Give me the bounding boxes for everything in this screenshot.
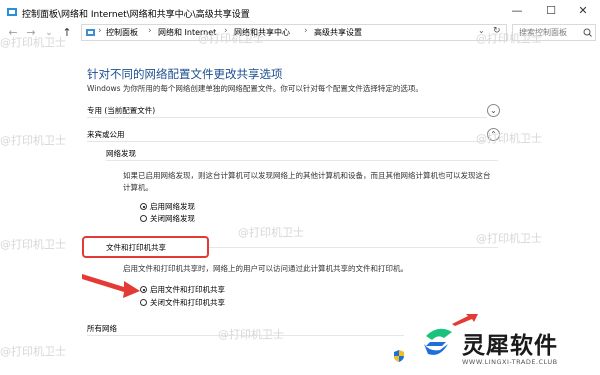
file-sharing-off-option[interactable]: 关闭文件和打印机共享 [140, 297, 225, 308]
divider [209, 247, 498, 248]
search-icon [583, 28, 592, 37]
breadcrumb-item[interactable]: 控制面板 [106, 27, 138, 38]
network-app-icon [7, 8, 17, 16]
profile-all-networks-label[interactable]: 所有网络 [87, 323, 117, 334]
brand-overlay: 灵犀软件 WWW.LINGXI-TRADE.CLUB [404, 314, 600, 375]
page-title: 针对不同的网络配置文件更改共享选项 [87, 67, 283, 81]
page-description: Windows 为你所用的每个网络创建单独的网络配置文件。你可以针对每个配置文件… [87, 84, 423, 93]
red-arrow-icon [82, 274, 140, 298]
breadcrumb-item[interactable]: 高级共享设置 [314, 27, 362, 38]
watermark-text: @打印机卫士 [238, 226, 304, 239]
watermark-text: @打印机卫士 [476, 232, 542, 245]
red-arrow-icon [452, 314, 478, 326]
network-discovery-heading: 网络发现 [106, 149, 136, 158]
breadcrumb-separator-icon: › [148, 26, 152, 36]
address-bar[interactable]: › 控制面板 › 网络和 Internet › 网络和共享中心 › 高级共享设置… [81, 24, 507, 41]
option-label: 关闭文件和打印机共享 [150, 298, 225, 307]
brand-name: 灵犀软件 [462, 333, 558, 359]
divider [106, 160, 498, 161]
radio-selected-icon[interactable] [140, 203, 147, 210]
breadcrumb-separator-icon: › [304, 26, 308, 36]
breadcrumb-separator-icon: › [98, 26, 102, 36]
file-sharing-on-option[interactable]: 启用文件和打印机共享 [140, 284, 225, 295]
watermark-text: @打印机卫士 [218, 328, 284, 341]
close-button[interactable]: ✕ [566, 0, 600, 22]
profile-guest-label[interactable]: 来宾或公用 [87, 129, 125, 140]
option-label: 启用文件和打印机共享 [150, 285, 225, 294]
brand-logo-icon [424, 328, 452, 355]
watermark-text: @打印机卫士 [476, 32, 542, 45]
highlight-box [82, 236, 209, 258]
window-title: 控制面板\网络和 Internet\网络和共享中心\高级共享设置 [22, 10, 250, 20]
file-sharing-text: 启用文件和打印机共享时，网络上的用户可以访问通过此计算机共享的文件和打印机。 [123, 264, 408, 273]
minimize-button[interactable]: — [500, 0, 534, 22]
network-discovery-on-option[interactable]: 启用网络发现 [140, 201, 195, 212]
network-discovery-off-option[interactable]: 关闭网络发现 [140, 213, 195, 224]
expand-chevron-icon[interactable]: ⌄ [487, 104, 500, 117]
watermark-text: @打印机卫士 [0, 134, 66, 147]
option-label: 启用网络发现 [150, 202, 195, 211]
watermark-text: @打印机卫士 [0, 36, 66, 49]
watermark-text: @打印机卫士 [198, 32, 264, 45]
option-label: 关闭网络发现 [150, 214, 195, 223]
watermark-text: @打印机卫士 [0, 345, 66, 358]
brand-url: WWW.LINGXI-TRADE.CLUB [462, 358, 558, 366]
divider [87, 141, 487, 142]
watermark-text: @打印机卫士 [0, 238, 66, 251]
network-discovery-text: 如果已启用网络发现，则这台计算机可以发现网络上的其他计算机和设备，而且其他网络计… [123, 171, 491, 192]
divider [87, 117, 487, 118]
profile-private-label[interactable]: 专用 (当前配置文件) [87, 105, 155, 116]
admin-shield-icon [394, 350, 404, 362]
radio-unselected-icon[interactable] [140, 215, 147, 222]
radio-unselected-icon[interactable] [140, 299, 147, 306]
watermark-text: @打印机卫士 [476, 132, 542, 145]
control-panel-icon [86, 29, 95, 36]
maximize-button[interactable]: ☐ [534, 0, 568, 22]
